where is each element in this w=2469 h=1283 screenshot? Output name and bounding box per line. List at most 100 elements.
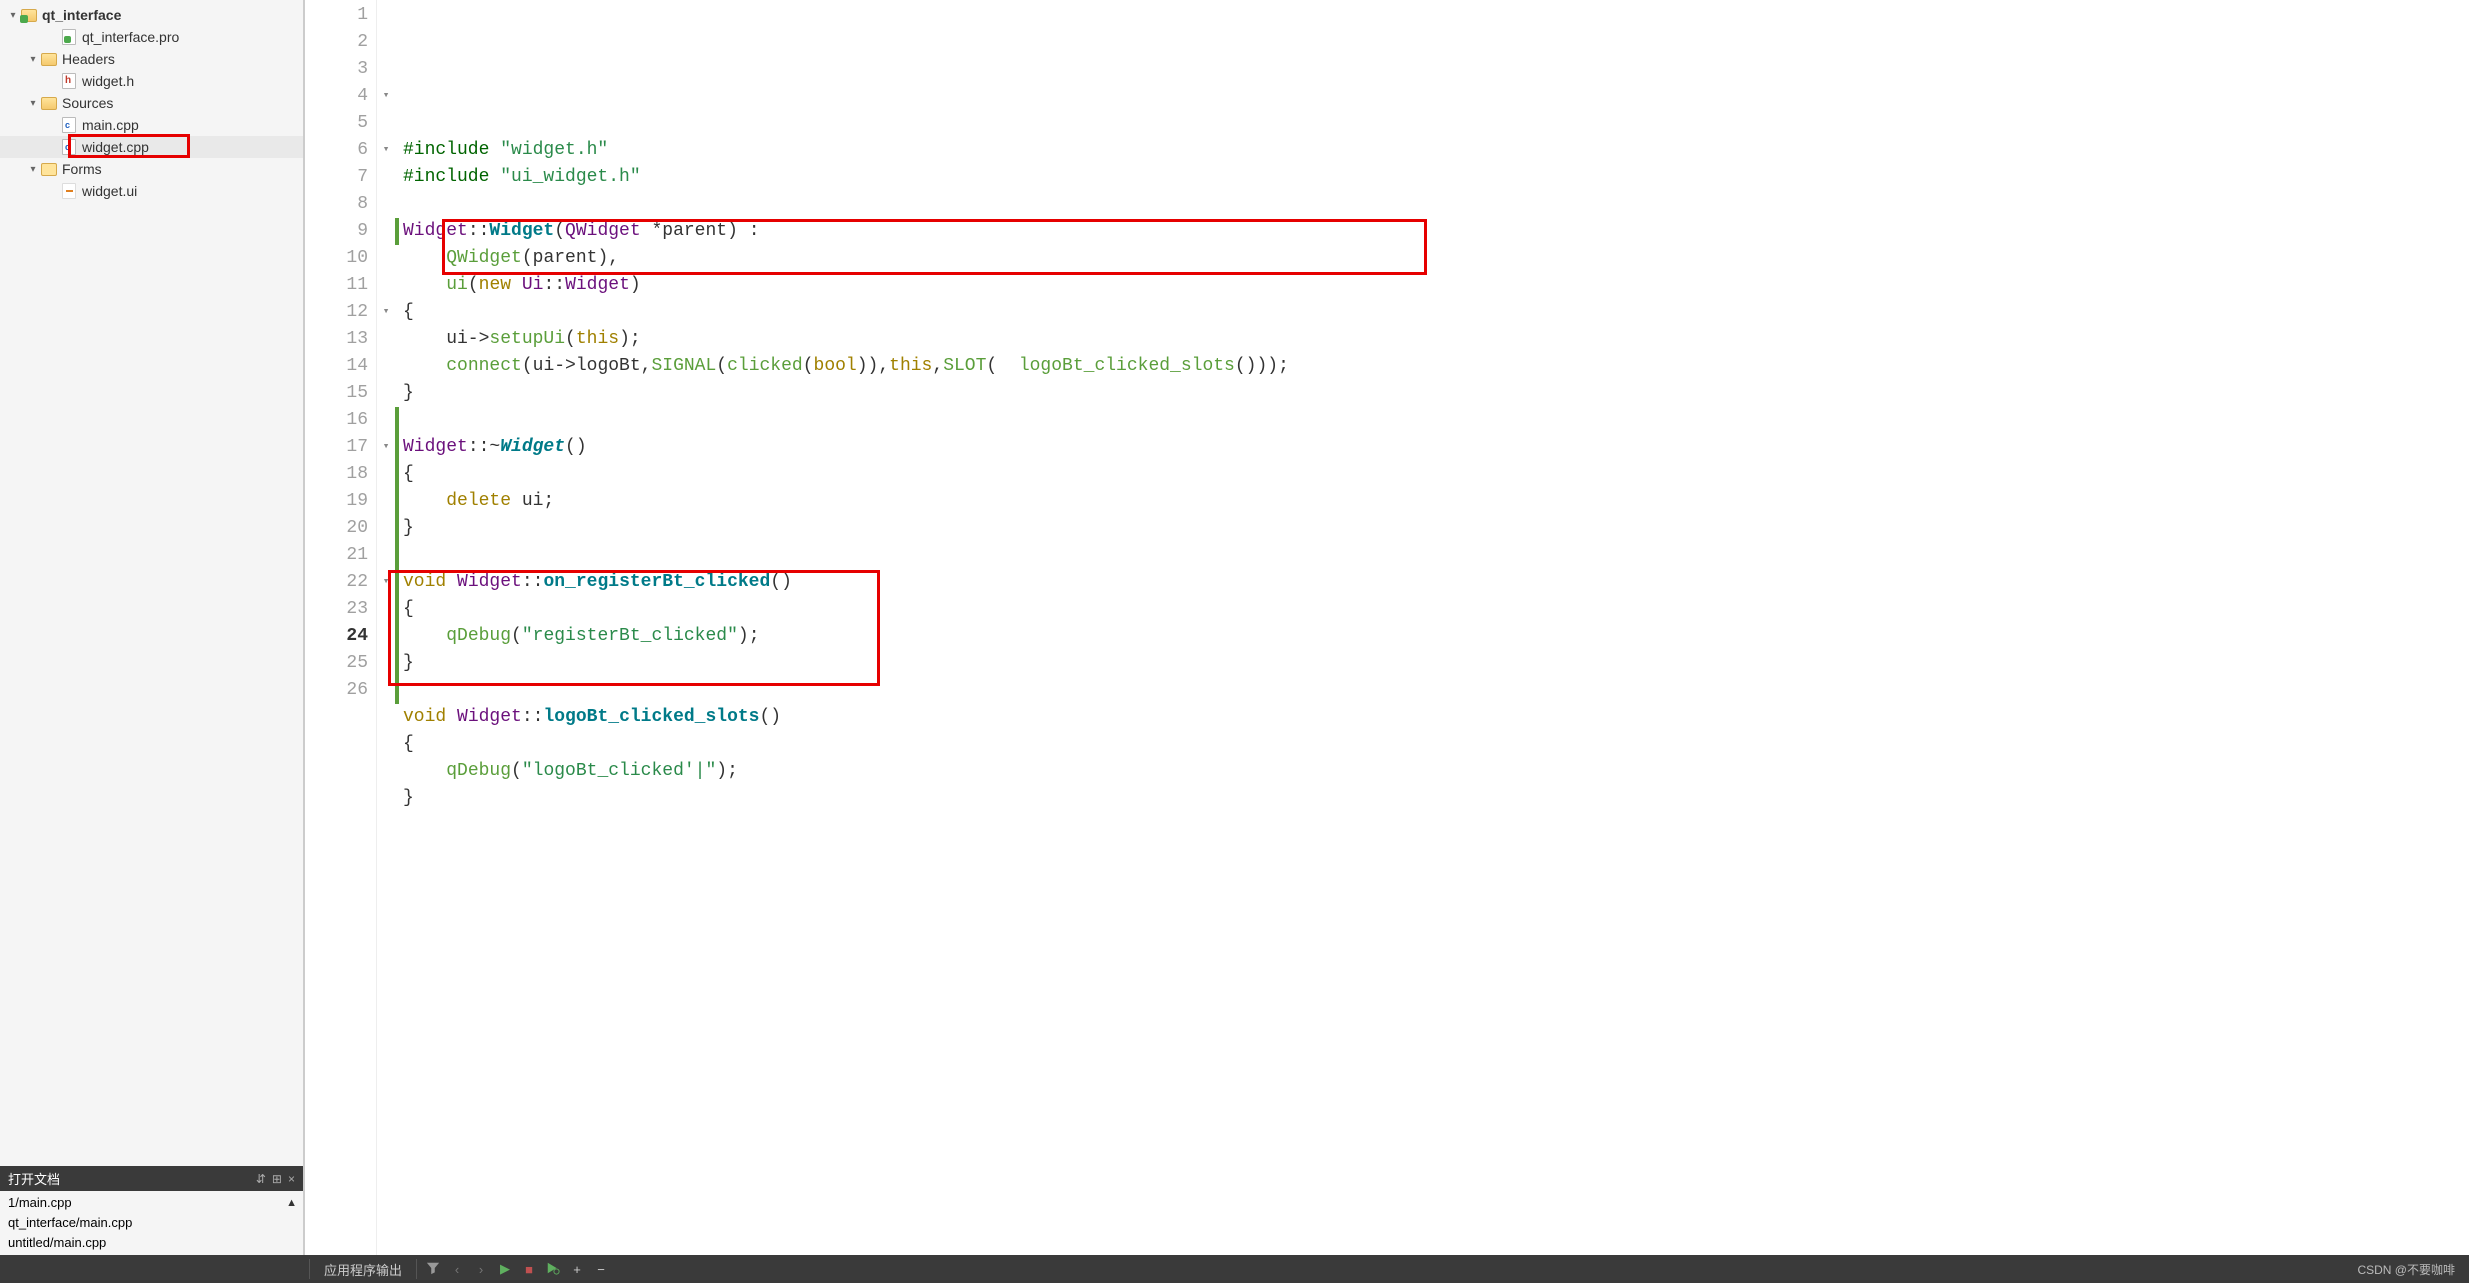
fold-indicator <box>377 191 395 218</box>
code-line[interactable]: } <box>403 650 2469 677</box>
code-line[interactable]: } <box>403 380 2469 407</box>
fold-indicator <box>377 245 395 272</box>
expand-icon[interactable]: ▾ <box>26 98 40 109</box>
code-line[interactable] <box>403 542 2469 569</box>
code-line[interactable]: Widget::Widget(QWidget *parent) : <box>403 218 2469 245</box>
fold-indicator[interactable]: ▾ <box>377 83 395 110</box>
project-tree[interactable]: ▾ qt_interface qt_interface.pro ▾ Header… <box>0 0 303 1166</box>
open-docs-sort-icon[interactable]: ⇵ <box>256 1172 266 1186</box>
code-content[interactable]: #include "widget.h"#include "ui_widget.h… <box>399 0 2469 1255</box>
code-line[interactable]: void Widget::logoBt_clicked_slots() <box>403 704 2469 731</box>
fold-indicator <box>377 461 395 488</box>
open-documents-title: 打开文档 <box>8 1169 60 1188</box>
expand-icon[interactable]: ▾ <box>26 164 40 175</box>
fold-indicator <box>377 542 395 569</box>
code-line[interactable]: qDebug("registerBt_clicked"); <box>403 623 2469 650</box>
status-bar: 应用程序输出 ‹ › ▶ ■ + − CSDN @不要咖啡 <box>0 1255 2469 1283</box>
filter-icon[interactable] <box>421 1261 445 1278</box>
tree-sources-folder[interactable]: ▾ Sources <box>0 92 303 114</box>
line-number: 3 <box>305 56 368 83</box>
expand-icon[interactable]: ▾ <box>26 54 40 65</box>
folder-icon <box>40 51 58 67</box>
watermark: CSDN @不要咖啡 <box>2357 1261 2469 1278</box>
separator <box>416 1259 417 1279</box>
project-name: qt_interface <box>42 7 121 23</box>
tree-form-file[interactable]: widget.ui <box>0 180 303 202</box>
line-number: 24 <box>305 623 368 650</box>
tree-source-file[interactable]: main.cpp <box>0 114 303 136</box>
code-line[interactable]: { <box>403 731 2469 758</box>
next-icon[interactable]: › <box>469 1262 493 1277</box>
tree-forms-folder[interactable]: ▾ Forms <box>0 158 303 180</box>
line-number: 26 <box>305 677 368 704</box>
fold-indicator <box>377 488 395 515</box>
cpp-file-icon <box>60 117 78 133</box>
code-line[interactable] <box>403 677 2469 704</box>
tree-project-root[interactable]: ▾ qt_interface <box>0 4 303 26</box>
open-docs-split-icon[interactable]: ⊞ <box>272 1172 282 1186</box>
remove-icon[interactable]: − <box>589 1262 613 1277</box>
output-pane-label[interactable]: 应用程序输出 <box>314 1260 412 1279</box>
tree-header-file[interactable]: widget.h <box>0 70 303 92</box>
open-docs-close-icon[interactable]: × <box>288 1172 295 1186</box>
code-line[interactable]: qDebug("logoBt_clicked'|"); <box>403 758 2469 785</box>
fold-indicator <box>377 29 395 56</box>
form-file-label: widget.ui <box>82 183 137 199</box>
run-debug-icon[interactable] <box>541 1261 565 1278</box>
code-line[interactable] <box>403 191 2469 218</box>
open-document-item[interactable]: untitled/main.cpp <box>8 1233 295 1253</box>
headers-label: Headers <box>62 51 115 67</box>
code-line[interactable]: { <box>403 299 2469 326</box>
run-icon[interactable]: ▶ <box>493 1261 517 1277</box>
folder-icon <box>40 95 58 111</box>
fold-indicator <box>377 623 395 650</box>
tree-source-file-active[interactable]: widget.cpp <box>0 136 303 158</box>
code-line[interactable]: ui(new Ui::Widget) <box>403 272 2469 299</box>
fold-indicator[interactable]: ▾ <box>377 137 395 164</box>
code-line[interactable]: } <box>403 515 2469 542</box>
code-line[interactable]: QWidget(parent), <box>403 245 2469 272</box>
cpp-file-icon <box>60 139 78 155</box>
expand-icon[interactable]: ▾ <box>6 10 20 21</box>
code-line[interactable]: ui->setupUi(this); <box>403 326 2469 353</box>
scroll-up-icon[interactable]: ▲ <box>286 1193 297 1213</box>
open-documents-list[interactable]: 1/main.cpp qt_interface/main.cpp untitle… <box>0 1191 303 1255</box>
fold-indicator[interactable]: ▾ <box>377 299 395 326</box>
line-number: 11 <box>305 272 368 299</box>
code-line[interactable]: delete ui; <box>403 488 2469 515</box>
fold-indicator[interactable]: ▾ <box>377 569 395 596</box>
fold-indicator <box>377 650 395 677</box>
code-line[interactable]: connect(ui->logoBt,SIGNAL(clicked(bool))… <box>403 353 2469 380</box>
prev-icon[interactable]: ‹ <box>445 1262 469 1277</box>
line-number: 25 <box>305 650 368 677</box>
code-line[interactable]: } <box>403 785 2469 812</box>
code-line[interactable]: void Widget::on_registerBt_clicked() <box>403 569 2469 596</box>
code-line[interactable] <box>403 407 2469 434</box>
source-file-label: main.cpp <box>82 117 139 133</box>
fold-indicator <box>377 380 395 407</box>
add-icon[interactable]: + <box>565 1262 589 1277</box>
open-document-item[interactable]: qt_interface/main.cpp <box>8 1213 295 1233</box>
separator <box>309 1259 310 1279</box>
fold-indicator <box>377 407 395 434</box>
code-line[interactable]: Widget::~Widget() <box>403 434 2469 461</box>
code-line[interactable]: #include "ui_widget.h" <box>403 164 2469 191</box>
fold-indicator <box>377 326 395 353</box>
code-line[interactable]: #include "widget.h" <box>403 137 2469 164</box>
stop-icon[interactable]: ■ <box>517 1262 541 1277</box>
code-line[interactable]: { <box>403 596 2469 623</box>
fold-indicator[interactable]: ▾ <box>377 434 395 461</box>
line-number: 7 <box>305 164 368 191</box>
tree-headers-folder[interactable]: ▾ Headers <box>0 48 303 70</box>
code-line[interactable] <box>403 812 2469 839</box>
code-line[interactable]: { <box>403 461 2469 488</box>
open-document-item[interactable]: 1/main.cpp <box>8 1193 295 1213</box>
line-number: 12 <box>305 299 368 326</box>
form-folder-icon <box>40 161 58 177</box>
code-editor[interactable]: 1234567891011121314151617181920212223242… <box>305 0 2469 1255</box>
open-documents-header[interactable]: 打开文档 ⇵ ⊞ × <box>0 1166 303 1191</box>
tree-pro-file[interactable]: qt_interface.pro <box>0 26 303 48</box>
line-number: 6 <box>305 137 368 164</box>
project-folder-icon <box>20 7 38 23</box>
fold-column[interactable]: ▾ ▾ ▾ ▾ ▾ <box>377 0 395 1255</box>
